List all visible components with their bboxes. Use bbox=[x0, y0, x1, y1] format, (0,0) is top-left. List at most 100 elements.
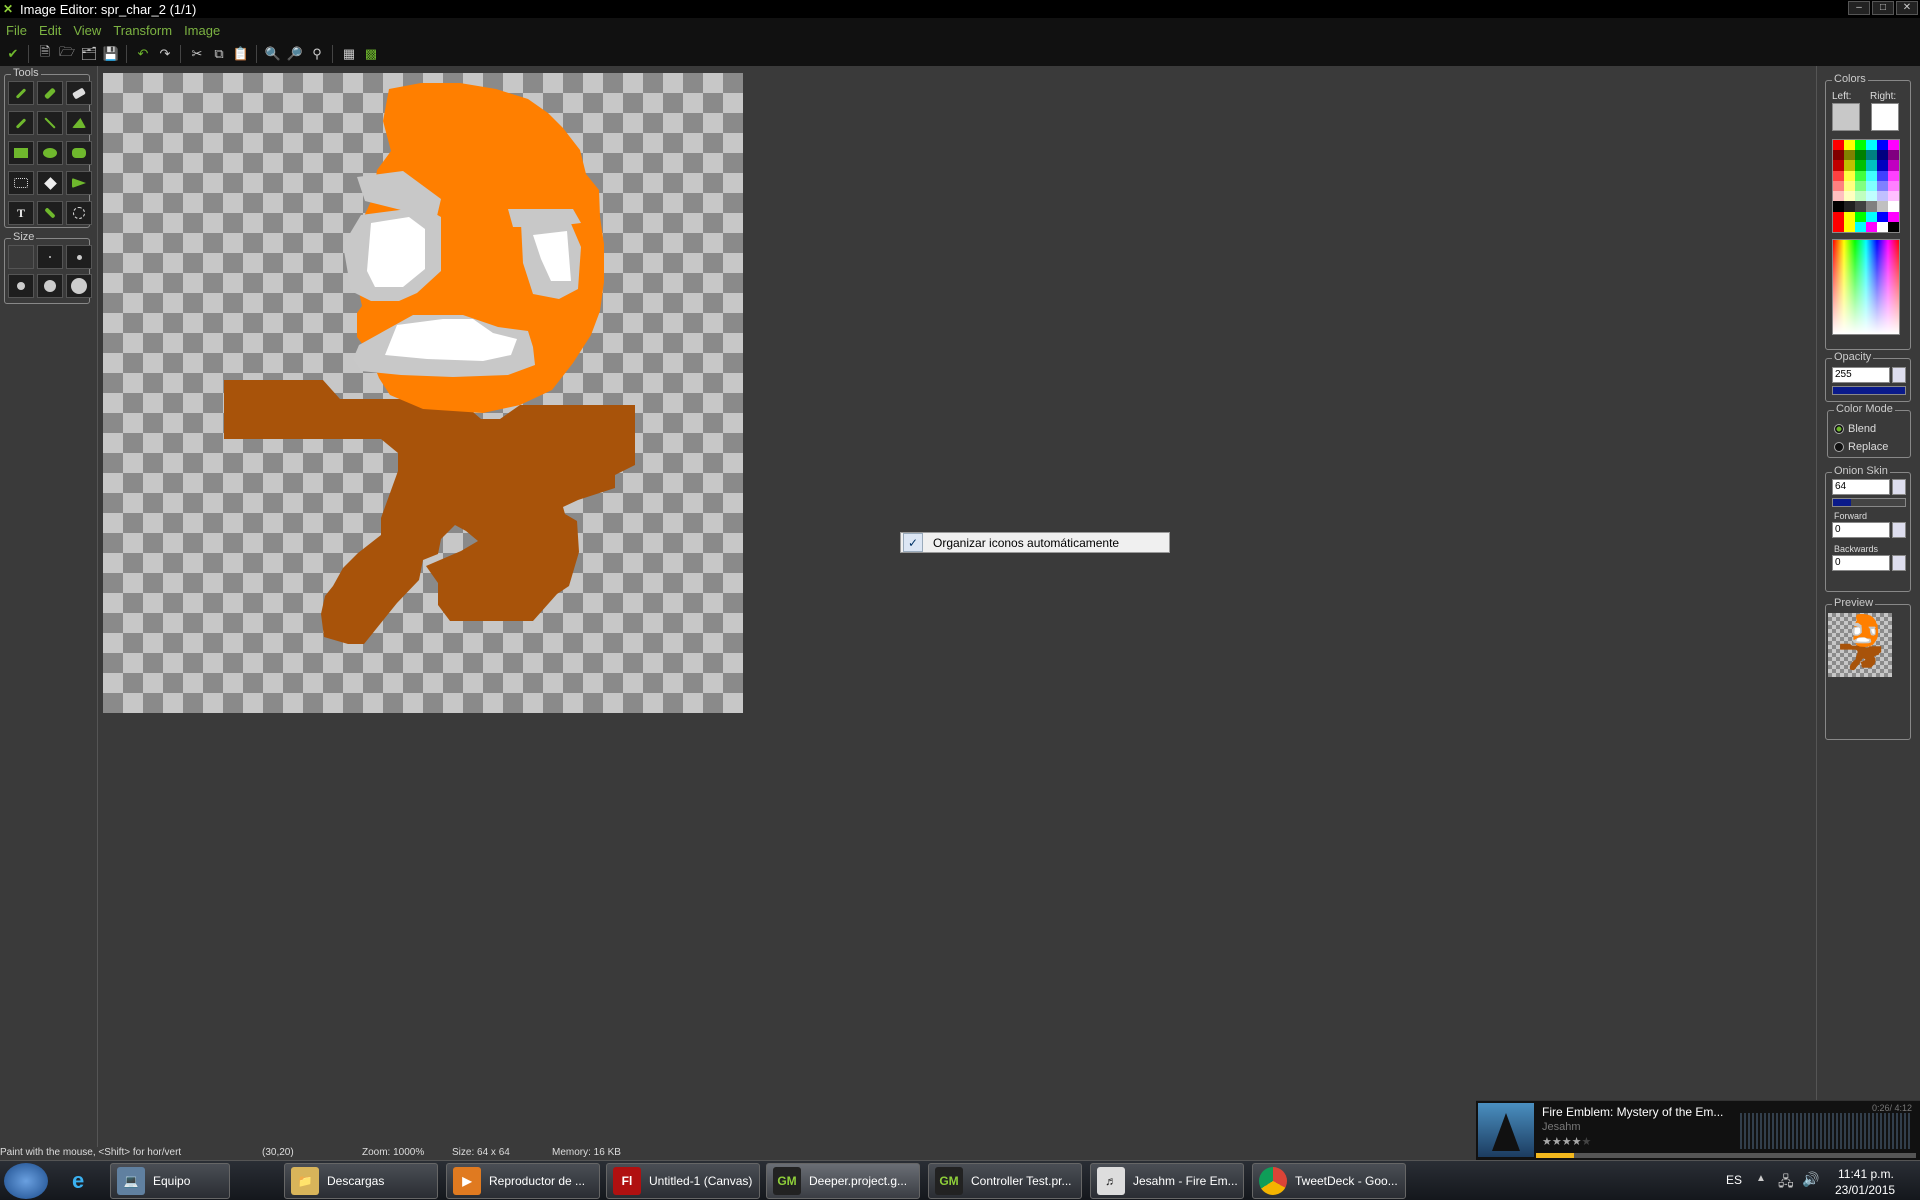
palette-swatch[interactable] bbox=[1844, 221, 1855, 232]
task-reproductor[interactable]: ▶ Reproductor de ... bbox=[446, 1163, 600, 1199]
line-icon[interactable] bbox=[37, 111, 63, 135]
palette-swatch[interactable] bbox=[1855, 221, 1866, 232]
grid-icon[interactable]: ▦ bbox=[338, 44, 360, 64]
palette-swatch[interactable] bbox=[1833, 150, 1844, 161]
clock-date[interactable]: 23/01/2015 bbox=[1835, 1183, 1895, 1197]
palette-swatch[interactable] bbox=[1888, 221, 1899, 232]
palette-swatch[interactable] bbox=[1844, 180, 1855, 192]
palette-swatch[interactable] bbox=[1855, 211, 1866, 222]
cut-icon[interactable]: ✂ bbox=[186, 44, 208, 64]
brush-size-1[interactable] bbox=[8, 245, 34, 269]
onion-skin-input[interactable]: 64 bbox=[1832, 479, 1890, 495]
task-tweetdeck[interactable]: TweetDeck - Goo... bbox=[1252, 1163, 1406, 1199]
task-music-player[interactable]: ♬ Jesahm - Fire Em... bbox=[1090, 1163, 1244, 1199]
backwards-stepper[interactable] bbox=[1892, 555, 1906, 571]
palette-swatch[interactable] bbox=[1855, 150, 1866, 161]
palette-swatch[interactable] bbox=[1877, 140, 1888, 151]
copy-icon[interactable]: ⧉ bbox=[208, 44, 230, 64]
rounded-rectangle-icon[interactable] bbox=[66, 141, 92, 165]
palette-swatch[interactable] bbox=[1833, 160, 1844, 171]
palette-swatch[interactable] bbox=[1888, 191, 1899, 202]
brush-size-2[interactable] bbox=[37, 245, 63, 269]
forward-stepper[interactable] bbox=[1892, 522, 1906, 538]
task-equipo[interactable]: 💻 Equipo bbox=[110, 1163, 230, 1199]
palette-swatch[interactable] bbox=[1866, 191, 1877, 202]
palette-swatch[interactable] bbox=[1866, 201, 1877, 212]
palette-swatch[interactable] bbox=[1888, 211, 1899, 222]
lasso-icon[interactable] bbox=[66, 201, 92, 225]
task-descargas[interactable]: 📁 Descargas bbox=[284, 1163, 438, 1199]
close-button[interactable]: ✕ bbox=[1896, 1, 1918, 15]
new-icon[interactable]: 🗎 bbox=[34, 44, 56, 64]
zoom-out-icon[interactable]: 🔎 bbox=[284, 44, 306, 64]
palette-swatch[interactable] bbox=[1877, 170, 1888, 181]
language-indicator[interactable]: ES bbox=[1726, 1173, 1742, 1187]
palette-swatch[interactable] bbox=[1888, 201, 1899, 212]
zoom-in-icon[interactable]: 🔍 bbox=[262, 44, 284, 64]
minimize-button[interactable]: – bbox=[1848, 1, 1870, 15]
import-icon[interactable]: 🗂 bbox=[78, 44, 100, 64]
blend-radio[interactable]: Blend bbox=[1834, 423, 1876, 435]
palette-swatch[interactable] bbox=[1855, 180, 1866, 192]
right-color-swatch[interactable] bbox=[1871, 103, 1899, 131]
palette-swatch[interactable] bbox=[1833, 170, 1844, 181]
palette-swatch[interactable] bbox=[1833, 221, 1844, 232]
ellipse-icon[interactable] bbox=[37, 141, 63, 165]
palette-swatch[interactable] bbox=[1866, 170, 1877, 181]
palette-swatch[interactable] bbox=[1844, 150, 1855, 161]
palette-swatch[interactable] bbox=[1866, 211, 1877, 222]
palette-swatch[interactable] bbox=[1888, 170, 1899, 181]
palette-swatch[interactable] bbox=[1877, 211, 1888, 222]
palette-swatch[interactable] bbox=[1833, 180, 1844, 192]
paste-icon[interactable]: 📋 bbox=[230, 44, 252, 64]
palette-swatch[interactable] bbox=[1844, 211, 1855, 222]
menu-view[interactable]: View bbox=[73, 23, 101, 38]
menu-file[interactable]: File bbox=[6, 23, 27, 38]
palette-swatch[interactable] bbox=[1855, 140, 1866, 151]
redo-icon[interactable]: ↷ bbox=[154, 44, 176, 64]
brush-size-3[interactable] bbox=[66, 245, 92, 269]
clock-time[interactable]: 11:41 p.m. bbox=[1838, 1167, 1894, 1181]
palette-swatch[interactable] bbox=[1844, 201, 1855, 212]
opacity-input[interactable]: 255 bbox=[1832, 367, 1890, 383]
palette-swatch[interactable] bbox=[1844, 160, 1855, 171]
opacity-slider[interactable] bbox=[1832, 386, 1906, 395]
brush-size-6[interactable] bbox=[66, 274, 92, 298]
palette-swatch[interactable] bbox=[1866, 160, 1877, 171]
volume-icon[interactable]: 🔊 bbox=[1802, 1171, 1819, 1188]
track-progress[interactable] bbox=[1536, 1153, 1916, 1158]
palette-swatch[interactable] bbox=[1888, 180, 1899, 192]
task-deeper-project[interactable]: GM Deeper.project.g... bbox=[766, 1163, 920, 1199]
palette-swatch[interactable] bbox=[1877, 160, 1888, 171]
sprite-canvas[interactable] bbox=[103, 73, 743, 713]
palette-swatch[interactable] bbox=[1877, 201, 1888, 212]
palette-swatch[interactable] bbox=[1866, 180, 1877, 192]
open-icon[interactable]: 🗁 bbox=[56, 44, 78, 64]
palette-swatch[interactable] bbox=[1855, 170, 1866, 181]
change-color-icon[interactable] bbox=[37, 201, 63, 225]
brush-size-5[interactable] bbox=[37, 274, 63, 298]
undo-icon[interactable]: ↶ bbox=[132, 44, 154, 64]
restore-button[interactable]: □ bbox=[1872, 1, 1894, 15]
palette-swatch[interactable] bbox=[1888, 150, 1899, 161]
track-rating[interactable]: ★★★★★ bbox=[1542, 1135, 1591, 1148]
rectangle-icon[interactable] bbox=[8, 141, 34, 165]
backwards-input[interactable]: 0 bbox=[1832, 555, 1890, 571]
palette-swatch[interactable] bbox=[1877, 191, 1888, 202]
palette-swatch[interactable] bbox=[1844, 170, 1855, 181]
menu-image[interactable]: Image bbox=[184, 23, 220, 38]
eraser-icon[interactable] bbox=[66, 81, 92, 105]
color-picker-icon[interactable] bbox=[8, 111, 34, 135]
zoom-reset-icon[interactable]: ⚲ bbox=[306, 44, 328, 64]
palette-swatch[interactable] bbox=[1877, 221, 1888, 232]
palette-swatch[interactable] bbox=[1833, 140, 1844, 151]
palette-swatch[interactable] bbox=[1855, 160, 1866, 171]
magic-wand-icon[interactable] bbox=[37, 171, 63, 195]
menu-transform[interactable]: Transform bbox=[113, 23, 172, 38]
palette-swatch[interactable] bbox=[1866, 221, 1877, 232]
onion-skin-slider[interactable] bbox=[1832, 498, 1906, 507]
flood-fill-icon[interactable] bbox=[66, 171, 92, 195]
palette-swatch[interactable] bbox=[1844, 140, 1855, 151]
replace-radio[interactable]: Replace bbox=[1834, 441, 1888, 453]
palette-swatch[interactable] bbox=[1877, 180, 1888, 192]
